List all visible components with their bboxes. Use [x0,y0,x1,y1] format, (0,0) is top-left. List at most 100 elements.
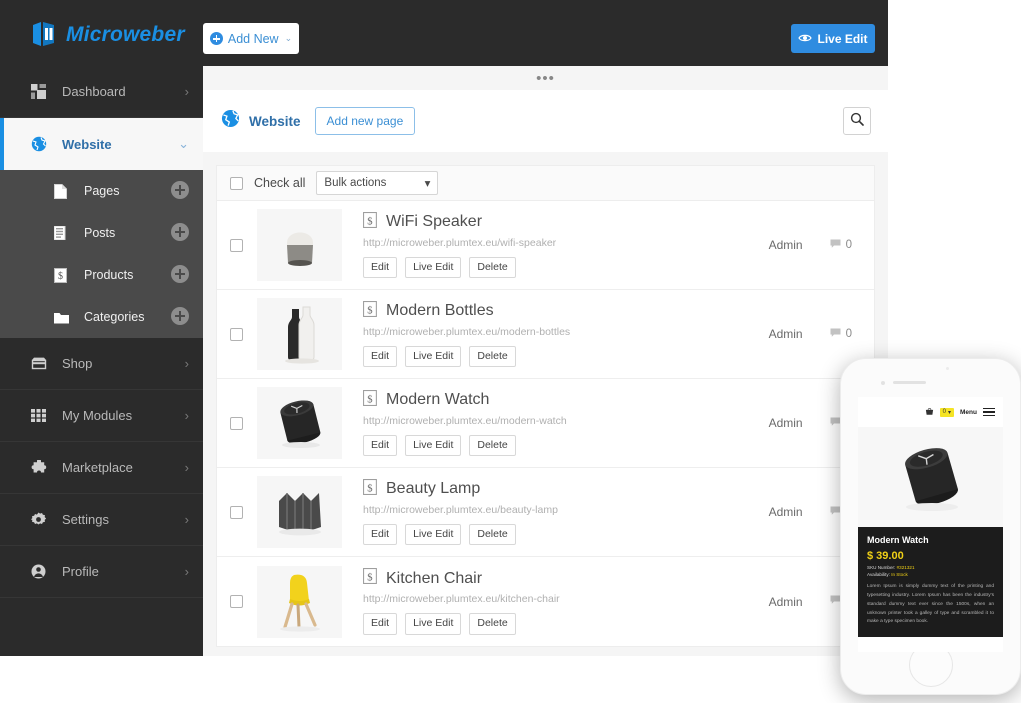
row-content: $ Beauty Lamp http://microweber.plumtex.… [363,478,769,546]
bulk-actions-select[interactable]: Bulk actions ▾ [316,171,439,195]
add-category-icon[interactable] [171,307,189,325]
mobile-product-price: $ 39.00 [867,550,904,562]
row-checkbox[interactable] [230,238,243,252]
row-meta: Admin 0 [769,238,874,252]
row-meta: Admin 0 [769,327,874,341]
delete-button[interactable]: Delete [469,345,516,368]
row-checkbox[interactable] [230,505,243,519]
row-url: http://microweber.plumtex.eu/kitchen-cha… [363,593,560,606]
row-title: WiFi Speaker [386,213,483,231]
mobile-product-info: Modern Watch $ 39.00 SKU Number: #321321… [858,527,1003,638]
sidebar-item-pages[interactable]: Pages [0,170,203,212]
add-post-icon[interactable] [171,223,189,241]
product-dollar-icon: $ [363,300,378,322]
sidebar-item-products[interactable]: $ Products [0,254,203,296]
svg-text:$: $ [367,483,372,494]
add-page-icon[interactable] [171,181,189,199]
edit-button[interactable]: Edit [363,613,398,635]
svg-text:$: $ [367,573,372,584]
sidebar-item-marketplace[interactable]: Marketplace › [0,442,203,494]
edit-button[interactable]: Edit [363,434,398,457]
add-new-page-button[interactable]: Add new page [314,107,416,135]
mobile-site-nav: 0 ▾ Menu [858,397,1003,427]
row-checkbox[interactable] [230,327,243,341]
sidebar-item-profile[interactable]: Profile › [0,546,203,598]
live-edit-button[interactable]: Live Edit [791,24,875,53]
row-actions: Edit Live Edit Delete [363,434,769,457]
cart-icon[interactable] [925,407,934,418]
check-all-checkbox[interactable] [230,176,243,190]
cart-count-badge[interactable]: 0 ▾ [939,407,955,417]
mobile-menu-label[interactable]: Menu [960,409,977,416]
comment-icon [830,417,841,430]
sidebar-item-label: Marketplace [62,460,133,475]
row-comments[interactable]: 0 [830,328,852,341]
live-edit-button[interactable]: Live Edit [405,523,462,546]
add-product-icon[interactable] [171,265,189,283]
row-checkbox[interactable] [230,595,243,608]
sidebar-item-shop[interactable]: Shop › [0,338,203,390]
hamburger-menu-icon[interactable] [983,407,995,417]
row-content: $ Kitchen Chair http://microweber.plumte… [363,568,769,635]
sidebar-item-categories[interactable]: Categories [0,296,203,338]
row-checkbox[interactable] [230,416,243,430]
row-author: Admin [768,594,803,609]
edit-button[interactable]: Edit [363,523,398,546]
chevron-right-icon: › [184,460,189,475]
sidebar-item-website[interactable]: Website ⌄ [0,118,203,170]
edit-button[interactable]: Edit [363,256,398,279]
row-url: http://microweber.plumtex.eu/modern-bott… [363,325,571,338]
table-row[interactable]: $ Modern Watch http://microweber.plumtex… [217,379,874,468]
table-row[interactable]: $ WiFi Speaker http://microweber.plumtex… [217,201,874,290]
sidebar-item-label: Profile [62,564,99,579]
website-submenu: Pages Posts $ Products Categories [0,170,203,338]
bulk-actions-bar: Check all Bulk actions ▾ [216,165,875,201]
cart-count: 0 [942,409,946,415]
table-row[interactable]: $ Modern Bottles http://microweber.plumt… [217,290,874,379]
row-author: Admin [768,238,803,252]
row-comments[interactable]: 0 [830,239,852,252]
comment-icon [830,239,841,252]
live-edit-button[interactable]: Live Edit [405,434,462,457]
add-new-button[interactable]: Add New ⌄ [203,23,299,54]
wifi-speaker-thumb [257,209,342,281]
chevron-down-icon: ▾ [948,409,952,416]
live-edit-button[interactable]: Live Edit [405,256,462,279]
panel-drag-handle[interactable]: ••• [203,66,888,90]
top-bar: Microweber Add New ⌄ Live Edit [0,0,888,66]
table-row[interactable]: $ Beauty Lamp http://microweber.plumtex.… [217,468,874,557]
sidebar-item-my-modules[interactable]: My Modules › [0,390,203,442]
live-edit-button[interactable]: Live Edit [405,613,462,635]
sidebar-item-label: Settings [62,512,109,527]
chevron-right-icon: › [184,408,189,423]
search-button[interactable] [843,107,871,135]
row-title: Modern Bottles [386,302,494,320]
comment-icon [830,595,841,608]
page-icon [54,183,72,199]
panel-header: Website Add new page [203,90,888,152]
sidebar-item-settings[interactable]: Settings › [0,494,203,546]
row-url: http://microweber.plumtex.eu/modern-watc… [363,414,567,427]
user-circle-icon [31,564,51,579]
chevron-right-icon: › [184,564,189,579]
globe-icon [31,136,51,152]
delete-button[interactable]: Delete [469,613,516,635]
sidebar-item-posts[interactable]: Posts [0,212,203,254]
chevron-right-icon: › [184,84,189,99]
delete-button[interactable]: Delete [469,256,516,279]
row-title: Beauty Lamp [386,480,481,498]
phone-camera-icon [881,381,885,385]
delete-button[interactable]: Delete [469,523,516,546]
live-edit-button[interactable]: Live Edit [405,345,462,368]
row-title-group: $ Beauty Lamp [363,478,769,500]
row-content: $ WiFi Speaker http://microweber.plumtex… [363,211,769,279]
sidebar-item-dashboard[interactable]: Dashboard › [0,66,203,118]
delete-button[interactable]: Delete [469,434,516,457]
row-title: Modern Watch [386,391,490,409]
mobile-product-availability: Availability: In Stock [867,572,994,577]
eye-icon [798,30,813,48]
edit-button[interactable]: Edit [363,345,398,368]
table-row[interactable]: $ Kitchen Chair http://microweber.plumte… [217,557,874,646]
microweber-logo-icon [31,21,57,49]
brand-logo[interactable]: Microweber [31,21,185,49]
